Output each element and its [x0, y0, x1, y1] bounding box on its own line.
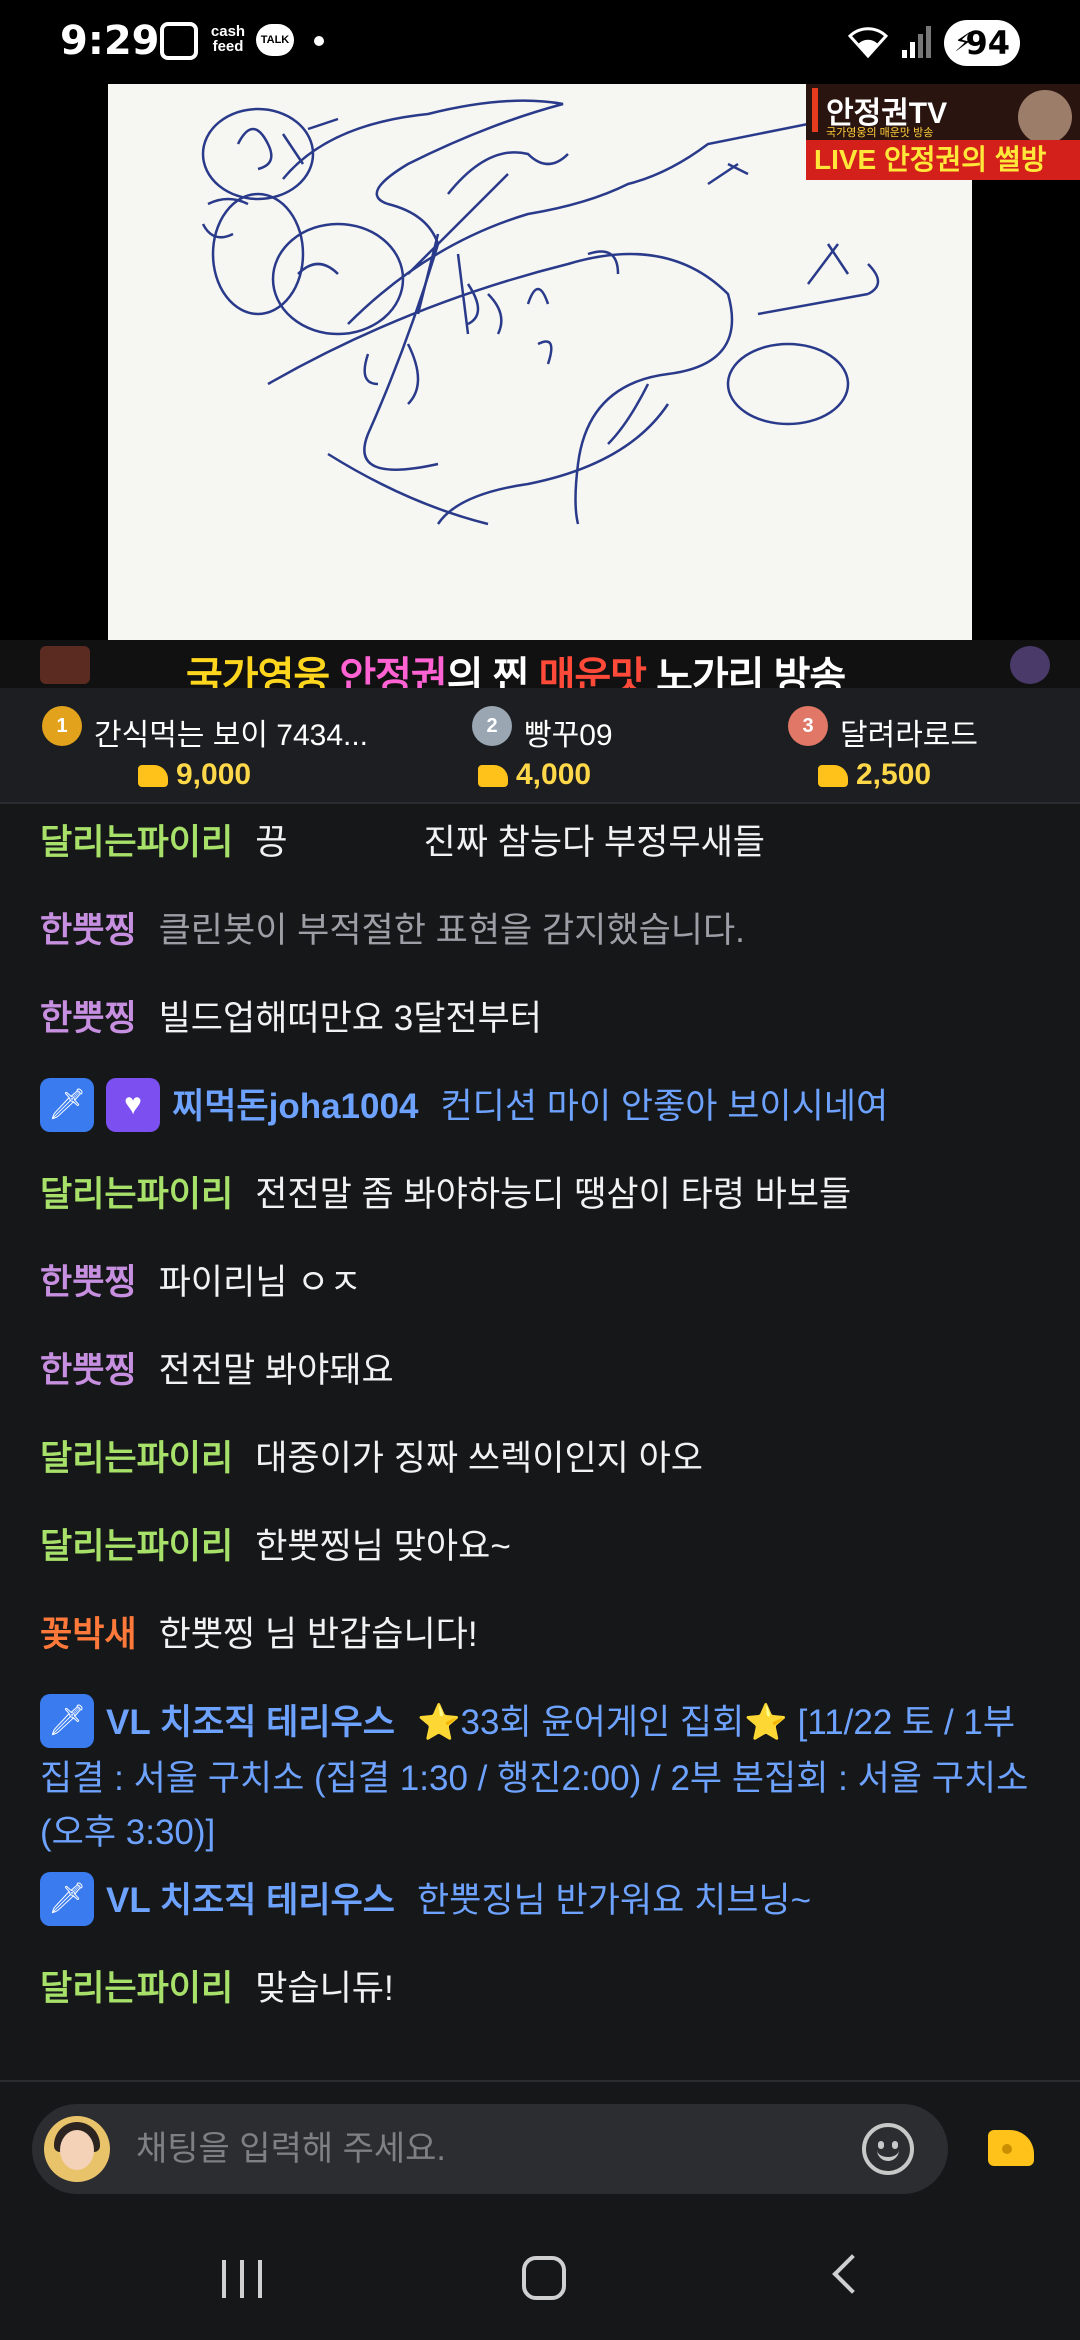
chat-message: 한뿟찡 빌드업해떠만요 3달전부터	[40, 992, 1040, 1046]
cheese-icon[interactable]	[988, 2130, 1034, 2166]
talk-icon: TALK	[256, 24, 294, 56]
chat-nickname[interactable]: 찌먹돈joha1004	[172, 1087, 418, 1126]
video-player[interactable]: 안정권TV 국가영웅의 매운맛 방송 LIVE 안정권의 썰방 국가영웅 안정권…	[0, 84, 1080, 688]
cashfeed-icon: cash feed	[210, 23, 246, 55]
chat-text: 전전말 봐야돼요	[158, 1351, 394, 1390]
chat-input[interactable]	[136, 2104, 836, 2194]
host-photo	[1018, 90, 1072, 144]
chat-message: 🗡 VL 치조직 테리우스 ⭐33회 윤어게인 집회⭐ [11/22 토 / 1부 …	[40, 1693, 1040, 1860]
recent-apps-icon[interactable]	[222, 2260, 264, 2298]
wifi-icon	[847, 27, 889, 59]
heart-badge-icon: ♥	[106, 1077, 160, 1132]
chat-nickname[interactable]: 달리는파이리	[40, 1527, 233, 1566]
chat-nickname[interactable]: 한뿟찡	[40, 1263, 137, 1302]
rank-name: 빵꾸09	[524, 719, 613, 752]
chat-text: 전전말 좀 봐야하능디 땡삼이 타령 바보들	[255, 1175, 852, 1214]
chat-nickname[interactable]: VL 치조직 테리우스	[106, 1881, 395, 1920]
chat-text: 한뿟찡 님 반갑습니다!	[158, 1615, 478, 1654]
status-bar: 9:29 cash feed TALK ⚡ 94	[0, 0, 1080, 84]
sword-badge-icon: 🗡	[40, 1871, 94, 1926]
channel-logo-overlay: 안정권TV 국가영웅의 매운맛 방송 LIVE 안정권의 썰방	[806, 84, 1080, 180]
rank-amount: 4,000	[478, 758, 591, 792]
chat-message: 달리는파이리 전전말 좀 봐야하능디 땡삼이 타령 바보들	[40, 1168, 1040, 1222]
rank-amount: 2,500	[818, 758, 931, 792]
back-icon[interactable]	[832, 2254, 872, 2294]
chat-nickname[interactable]: 달리는파이리	[40, 1175, 233, 1214]
rank-name: 간식먹는 보이 7434...	[94, 719, 369, 752]
video-ticker: 국가영웅 안정권의 찐 매운맛 노가리 방송	[0, 640, 1080, 688]
avatar[interactable]	[44, 2116, 110, 2182]
chat-nickname[interactable]: 한뿟찡	[40, 911, 137, 950]
chat-message: 🗡 ♥ 찌먹돈joha1004 컨디션 마이 안좋아 보이시네여	[40, 1077, 1040, 1136]
ticker-logo-left	[40, 646, 90, 684]
channel-subtitle: 국가영웅의 매운맛 방송	[826, 127, 934, 139]
chat-text: 파이리님 ㅇㅈ	[158, 1263, 362, 1302]
battery-indicator: ⚡ 94	[944, 20, 1020, 66]
chat-message: 한뿟찡 파이리님 ㅇㅈ	[40, 1256, 1040, 1310]
notification-dot-icon	[314, 36, 324, 46]
chat-text: 빌드업해떠만요 3달전부터	[158, 999, 542, 1038]
chat-message: 달리는파이리 대중이가 징짜 쓰렉이인지 아오	[40, 1432, 1040, 1486]
rank-name: 달려라로드	[840, 719, 978, 752]
chat-text: 클린봇이 부적절한 표현을 감지했습니다.	[158, 911, 745, 950]
status-time: 9:29	[60, 18, 160, 64]
chat-message: 달리는파이리 끙 진짜 참능다 부정무새들	[40, 816, 1040, 870]
chat-text: 맞습니듀!	[255, 1969, 394, 2008]
cheese-icon	[478, 765, 508, 788]
chat-nickname[interactable]: 달리는파이리	[40, 1439, 233, 1478]
smiley-icon[interactable]	[862, 2123, 914, 2175]
charging-bolt-icon: ⚡	[954, 28, 973, 58]
signal-icon	[902, 26, 931, 58]
chat-text: 대중이가 징짜 쓰렉이인지 아오	[255, 1439, 703, 1478]
chat-input-container	[32, 2104, 948, 2194]
gold-medal-icon: 1	[42, 706, 82, 746]
silver-medal-icon: 2	[472, 706, 512, 746]
chat-message: 🗡 VL 치조직 테리우스 한뿟징님 반가워요 치브닝~	[40, 1871, 1040, 1930]
chat-message: 달리는파이리 맞습니듀!	[40, 1962, 1040, 2016]
system-navigation-bar	[0, 2216, 1080, 2340]
cheese-icon	[138, 765, 168, 788]
ticker-text: 국가영웅 안정권의 찐 매운맛 노가리 방송	[186, 655, 846, 688]
rank-amount: 9,000	[138, 758, 251, 792]
chat-nickname[interactable]: 한뿟찡	[40, 1351, 137, 1390]
chat-nickname[interactable]: 한뿟찡	[40, 999, 137, 1038]
ticker-logo-right	[1010, 646, 1050, 684]
chat-message: 한뿟찡 전전말 봐야돼요	[40, 1344, 1040, 1398]
chat-text: 컨디션 마이 안좋아 보이시네여	[440, 1087, 889, 1126]
live-banner: LIVE 안정권의 썰방	[806, 140, 1080, 180]
chat-list[interactable]: 달리는파이리 끙 진짜 참능다 부정무새들 한뿟찡 클린봇이 부적절한 표현을 감지…	[0, 806, 1080, 2080]
screen-cast-icon	[160, 22, 198, 60]
chat-text: 한뿟징님 반가워요 치브닝~	[416, 1881, 812, 1920]
chat-text: 한뿟찡님 맞아요~	[255, 1527, 511, 1566]
chat-text: 끙 진짜 참능다 부정무새들	[255, 823, 765, 862]
chat-nickname[interactable]: 달리는파이리	[40, 823, 233, 862]
chat-message: 달리는파이리 한뿟찡님 맞아요~	[40, 1520, 1040, 1574]
cheese-icon	[818, 765, 848, 788]
chat-input-bar	[0, 2080, 1080, 2216]
chat-message: 꽃박새 한뿟찡 님 반갑습니다!	[40, 1608, 1040, 1662]
bronze-medal-icon: 3	[788, 706, 828, 746]
sword-badge-icon: 🗡	[40, 1077, 94, 1132]
home-icon[interactable]	[522, 2256, 566, 2300]
sword-badge-icon: 🗡	[40, 1693, 94, 1748]
chat-nickname[interactable]: 꽃박새	[40, 1615, 137, 1654]
donation-ranking: 1 간식먹는 보이 7434... 9,000 2 빵꾸09 4,000 3 달…	[0, 688, 1080, 804]
chat-nickname[interactable]: VL 치조직 테리우스	[106, 1703, 395, 1742]
chat-message: 한뿟찡 클린봇이 부적절한 표현을 감지했습니다.	[40, 904, 1040, 958]
chat-nickname[interactable]: 달리는파이리	[40, 1969, 233, 2008]
